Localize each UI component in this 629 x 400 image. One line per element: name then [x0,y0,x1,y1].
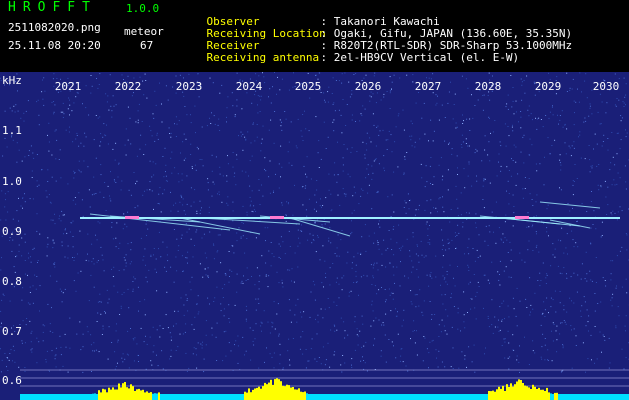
meteor-count: 67 [140,39,154,52]
header-panel: HROFFT 1.0.0 2511082020.png 25.11.08 20:… [0,0,629,72]
y-tick-label: 1.1 [2,124,22,137]
file-name: 2511082020.png [8,21,101,34]
app-title: HROFFT [8,0,97,15]
x-tick-label: 2024 [235,80,263,93]
x-tick-label: 2029 [534,80,562,93]
meteor-label: meteor [124,25,164,38]
spectrogram [0,72,629,400]
y-tick-label: 1.0 [2,175,22,188]
meta-sep: : [320,51,328,64]
x-tick-label: 2022 [114,80,142,93]
y-tick-label: 0.9 [2,225,22,238]
x-tick-label: 2026 [354,80,382,93]
x-tick-label: 2030 [592,80,620,93]
date-time: 25.11.08 20:20 [8,39,101,52]
meta-key: Receiving antenna [206,51,320,64]
x-tick-label: 2025 [294,80,322,93]
x-axis-labels: 2021 2022 2023 2024 2025 2026 2027 2028 … [0,80,629,93]
y-tick-label: 0.8 [2,275,22,288]
x-tick-label: 2028 [474,80,502,93]
y-tick-label: 0.6 [2,374,22,387]
x-tick-label: 2027 [414,80,442,93]
meta-value: 2el-HB9CV Vertical (el. E-W) [333,51,520,64]
x-tick-label: 2023 [175,80,203,93]
x-tick-label: 2021 [54,80,82,93]
app-version: 1.0.0 [126,2,160,15]
y-tick-label: 0.7 [2,325,22,338]
meta-row-antenna: Receiving antenna: 2el-HB9CV Vertical (e… [180,40,520,76]
